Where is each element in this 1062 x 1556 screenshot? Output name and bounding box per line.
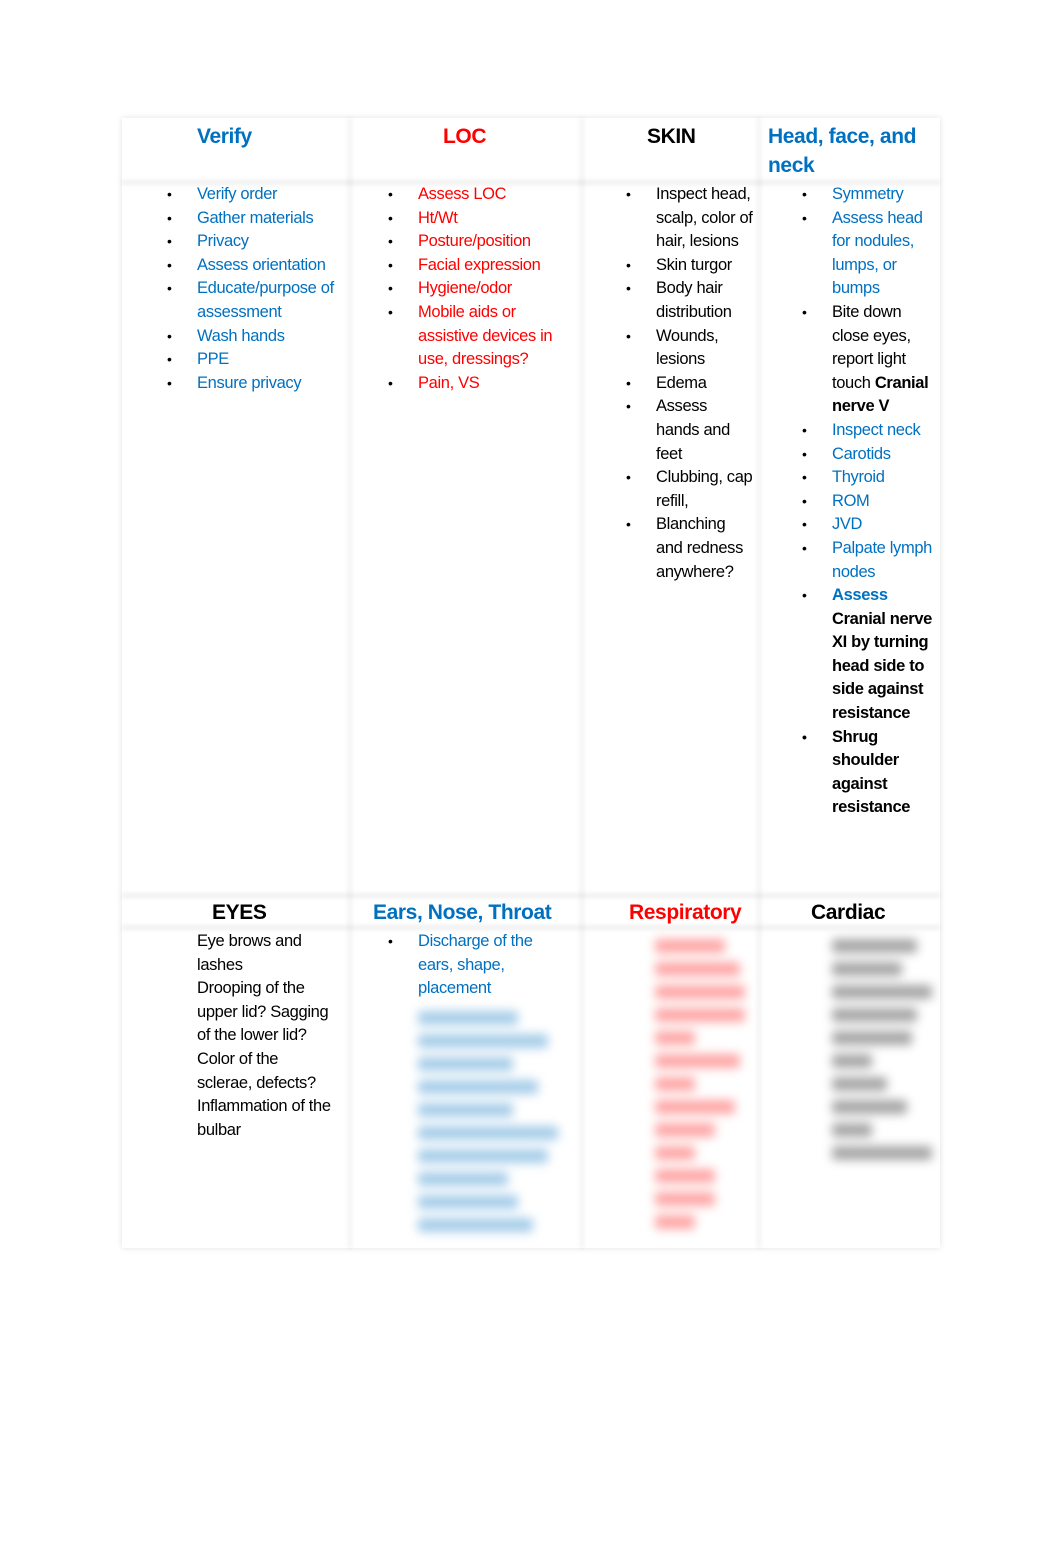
list-item: Edema	[626, 372, 754, 396]
header-head-face-neck: Head, face, and neck	[768, 125, 917, 177]
header-loc: LOC	[443, 125, 487, 148]
list-item: Hygiene/odor	[388, 277, 570, 301]
list-item: Ht/Wt	[388, 207, 570, 231]
list-item: Gather materials	[167, 207, 342, 231]
list-item: Carotids	[802, 443, 934, 467]
header-cardiac: Cardiac	[811, 901, 886, 924]
column-divider	[757, 118, 761, 1248]
blurred-line	[832, 1054, 872, 1068]
blurred-line	[832, 985, 932, 999]
blurred-line	[655, 1192, 715, 1206]
blurred-line	[832, 1146, 932, 1160]
blurred-line	[655, 1031, 695, 1045]
list-item: Color of the sclerae, defects?	[197, 1048, 337, 1095]
blurred-line	[418, 1034, 548, 1048]
ent-list: Discharge of the ears, shape, placement	[388, 930, 558, 1001]
verify-list: Verify order Gather materials Privacy As…	[167, 183, 342, 396]
list-item: Blanching and redness anywhere?	[626, 513, 754, 584]
blurred-line	[655, 1054, 740, 1068]
blurred-line	[418, 1195, 518, 1209]
list-item: Discharge of the ears, shape, placement	[388, 930, 558, 1001]
list-item: PPE	[167, 348, 342, 372]
header-ent: Ears, Nose, Throat	[373, 901, 552, 924]
blurred-respiratory-content	[615, 930, 755, 1238]
blurred-line	[655, 962, 740, 976]
list-item: ROM	[802, 490, 934, 514]
header-respiratory: Respiratory	[629, 901, 742, 924]
blurred-line	[418, 1080, 538, 1094]
list-item: Symmetry	[802, 183, 934, 207]
blurred-line	[832, 939, 917, 953]
column-divider	[348, 118, 352, 1248]
list-item: Thyroid	[802, 466, 934, 490]
list-item: Inflammation of the bulbar	[197, 1095, 337, 1142]
list-item: Assess head for nodules, lumps, or bumps	[802, 207, 934, 301]
blurred-line	[655, 939, 725, 953]
blurred-line	[418, 1149, 548, 1163]
list-item: Educate/purpose of assessment	[167, 277, 342, 324]
column-divider	[580, 118, 584, 1248]
header-verify: Verify	[197, 125, 252, 148]
item-text-bold: Cranial nerve XI by turning head side to…	[832, 609, 933, 723]
list-item: Mobile aids or assistive devices in use,…	[388, 301, 570, 372]
list-item: Shrug shoulder against resistance	[802, 726, 934, 820]
blurred-ent-content	[380, 1002, 560, 1241]
blurred-line	[418, 1126, 558, 1140]
blurred-line	[418, 1172, 508, 1186]
blurred-line	[418, 1057, 513, 1071]
list-item: JVD	[802, 513, 934, 537]
blurred-line	[418, 1011, 518, 1025]
skin-list: Inspect head, scalp, color of hair, lesi…	[626, 183, 754, 584]
blurred-line	[418, 1218, 533, 1232]
head-face-neck-list: Symmetry Assess head for nodules, lumps,…	[802, 183, 934, 820]
blurred-line	[655, 1215, 695, 1229]
list-item: Facial expression	[388, 254, 570, 278]
item-text: Assess	[832, 586, 888, 605]
list-item: Assess hands and feet	[626, 395, 754, 466]
eyes-list: Eye brows and lashes Drooping of the upp…	[197, 930, 337, 1170]
list-item: Clubbing, cap refill,	[626, 466, 754, 513]
list-item: Pain, VS	[388, 372, 570, 396]
header-eyes: EYES	[212, 901, 267, 924]
list-item: Eye brows and lashes	[197, 930, 337, 977]
blurred-cardiac-content	[792, 930, 932, 1169]
blurred-line	[655, 1123, 715, 1137]
list-item: Assess orientation	[167, 254, 342, 278]
list-item: Inspect head, scalp, color of hair, lesi…	[626, 183, 754, 254]
blurred-line	[832, 1077, 887, 1091]
list-item: Verify order	[167, 183, 342, 207]
list-item: Assess Cranial nerve XI by turning head …	[802, 584, 934, 726]
blurred-line	[655, 1146, 695, 1160]
blurred-line	[655, 1077, 695, 1091]
blurred-line	[832, 1123, 872, 1137]
blurred-line	[832, 1008, 917, 1022]
list-item: Ensure privacy	[167, 372, 342, 396]
list-item: Assess LOC	[388, 183, 570, 207]
loc-list: Assess LOC Ht/Wt Posture/position Facial…	[388, 183, 570, 396]
list-item: Bite down close eyes, report light touch…	[802, 301, 934, 419]
list-item: Inspect neck	[802, 419, 934, 443]
list-item: Skin turgor	[626, 254, 754, 278]
list-item: Wounds, lesions	[626, 325, 754, 372]
list-item: Wash hands	[167, 325, 342, 349]
list-item: Posture/position	[388, 230, 570, 254]
blurred-line	[832, 1031, 912, 1045]
blurred-line	[832, 962, 902, 976]
blurred-line	[418, 1103, 513, 1117]
list-item: Drooping of the upper lid? Sagging of th…	[197, 977, 337, 1048]
list-item: Palpate lymph nodes	[802, 537, 934, 584]
blurred-line	[655, 985, 745, 999]
blurred-line	[655, 1169, 715, 1183]
blurred-line	[655, 1100, 735, 1114]
header-skin: SKIN	[647, 125, 696, 148]
list-item: Body hair distribution	[626, 277, 754, 324]
blurred-line	[832, 1100, 907, 1114]
list-item: Privacy	[167, 230, 342, 254]
blurred-line	[655, 1008, 745, 1022]
